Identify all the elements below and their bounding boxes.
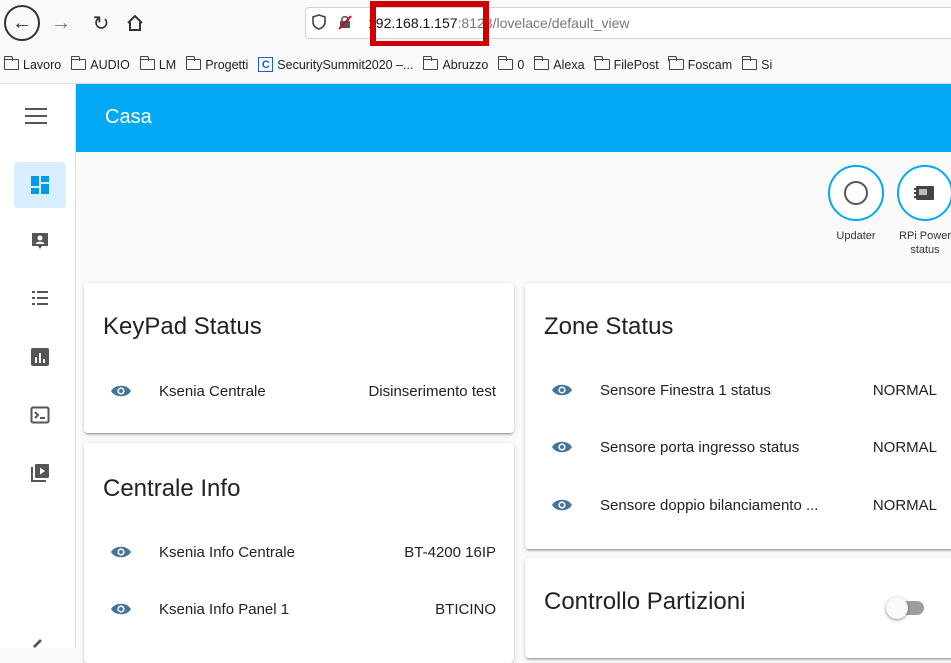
folder-icon (533, 56, 550, 70)
folder-icon (741, 56, 758, 70)
home-button[interactable] (118, 6, 152, 40)
bookmark-lavoro[interactable]: Lavoro (3, 56, 61, 72)
bookmark-abruzzo[interactable]: Abruzzo (423, 56, 488, 72)
entity-state: Disinserimento test (368, 382, 496, 400)
entity-state: BTICINO (435, 600, 496, 618)
url-highlight-box (370, 1, 489, 47)
bookmark-lm[interactable]: LM (139, 56, 176, 72)
entity-state: NORMAL (872, 496, 937, 514)
eye-icon (111, 603, 131, 615)
sidebar-item-list[interactable] (14, 275, 66, 321)
insecure-lock-icon[interactable] (332, 14, 358, 33)
media-icon (31, 464, 49, 482)
entity-state: NORMAL (872, 381, 937, 399)
app-header: Casa (76, 84, 951, 152)
site-c-icon: C (258, 57, 274, 72)
bookmark-foscam[interactable]: Foscam (668, 56, 732, 72)
reload-icon: ↻ (92, 12, 110, 35)
entity-row[interactable]: Sensore doppio bilanciamento ... NORMAL (525, 485, 951, 525)
sidebar-item-logbook[interactable] (14, 218, 66, 264)
sidebar-item-history[interactable] (14, 334, 66, 380)
folder-icon (498, 56, 514, 70)
logbook-icon (32, 233, 48, 249)
card-title: Zone Status (544, 313, 674, 340)
shield-icon[interactable] (306, 13, 332, 33)
entity-name: Sensore Finestra 1 status (600, 381, 771, 399)
bookmark-alexa[interactable]: Alexa (533, 56, 585, 72)
entity-name: Ksenia Centrale (159, 382, 266, 400)
eye-icon (111, 385, 131, 397)
list-icon (32, 291, 48, 305)
entity-name: Ksenia Info Panel 1 (159, 600, 290, 618)
entity-row[interactable]: Sensore porta ingresso status NORMAL (525, 427, 951, 467)
badge-rpi-power[interactable]: RPi Power status (895, 165, 951, 257)
circle-icon (844, 181, 868, 205)
forward-arrow-icon: → (51, 11, 71, 34)
entity-name: Sensore porta ingresso status (600, 438, 800, 456)
bookmark-0[interactable]: 0 (498, 56, 524, 72)
folder-icon (3, 56, 19, 70)
sidebar (0, 84, 76, 648)
entity-name: Sensore doppio bilanciamento ... (600, 496, 819, 514)
entity-row[interactable]: Ksenia Info Panel 1 BTICINO (84, 589, 514, 629)
badge-circle (897, 165, 951, 221)
history-chart-icon (31, 348, 49, 366)
terminal-icon (30, 406, 50, 424)
controllo-partizioni-card: Controllo Partizioni (525, 558, 951, 658)
card-title: Centrale Info (103, 475, 241, 502)
entity-row[interactable]: Sensore Finestra 1 status NORMAL (525, 370, 951, 410)
dashboard-icon (31, 176, 49, 194)
entity-name: Ksenia Info Centrale (159, 543, 295, 561)
entity-state: NORMAL (872, 438, 937, 456)
back-arrow-icon: ← (12, 11, 32, 34)
eye-icon (552, 384, 572, 396)
page-title: Casa (105, 106, 152, 128)
bookmark-si[interactable]: Si (741, 56, 772, 72)
reload-button[interactable]: ↻ (84, 6, 118, 40)
forward-button[interactable]: → (44, 6, 78, 40)
folder-icon (70, 56, 87, 70)
sidebar-item-overview[interactable] (14, 162, 66, 208)
zone-status-card: Zone Status Sensore Finestra 1 status NO… (525, 283, 951, 549)
folder-icon (139, 56, 155, 70)
chip-icon (914, 186, 934, 200)
folder-icon (185, 56, 202, 70)
badge-label: Updater (836, 230, 876, 242)
entity-row[interactable]: Ksenia Centrale Disinserimento test (84, 371, 514, 411)
partizioni-toggle[interactable] (886, 597, 926, 619)
eye-icon (552, 441, 572, 453)
eye-icon (552, 499, 572, 511)
centrale-info-card: Centrale Info Ksenia Info Centrale BT-42… (84, 443, 514, 663)
badge-circle (828, 165, 884, 221)
badge-label: RPi Power status (899, 230, 951, 256)
bookmark-securitysummit[interactable]: C SecuritySummit2020 –... (258, 57, 413, 72)
sidebar-item-terminal[interactable] (14, 392, 66, 438)
folder-icon (423, 56, 439, 70)
bookmarks-bar: Lavoro AUDIO LM Progetti C SecuritySummit… (0, 46, 951, 84)
card-title: KeyPad Status (103, 313, 262, 340)
bookmark-progetti[interactable]: Progetti (185, 56, 248, 72)
eye-icon (111, 546, 131, 558)
folder-icon (594, 56, 610, 70)
sidebar-item-media[interactable] (14, 450, 66, 496)
card-title: Controllo Partizioni (544, 588, 746, 615)
bookmark-filepost[interactable]: FilePost (594, 56, 659, 72)
keypad-status-card: KeyPad Status Ksenia Centrale Disinserim… (84, 283, 514, 433)
entity-state: BT-4200 16IP (404, 543, 496, 561)
folder-icon (668, 56, 684, 70)
entity-row[interactable]: Ksenia Info Centrale BT-4200 16IP (84, 532, 514, 572)
home-icon (127, 14, 143, 31)
toggle-knob (886, 597, 908, 619)
wrench-icon[interactable] (30, 634, 46, 653)
hamburger-menu-icon[interactable] (25, 108, 47, 124)
browser-toolbar: ← → ↻ 192.168.1.157:8123/lovelace/defaul… (0, 0, 951, 47)
bookmark-audio[interactable]: AUDIO (70, 56, 130, 72)
badge-updater[interactable]: Updater (826, 165, 886, 243)
back-button[interactable]: ← (4, 5, 40, 41)
